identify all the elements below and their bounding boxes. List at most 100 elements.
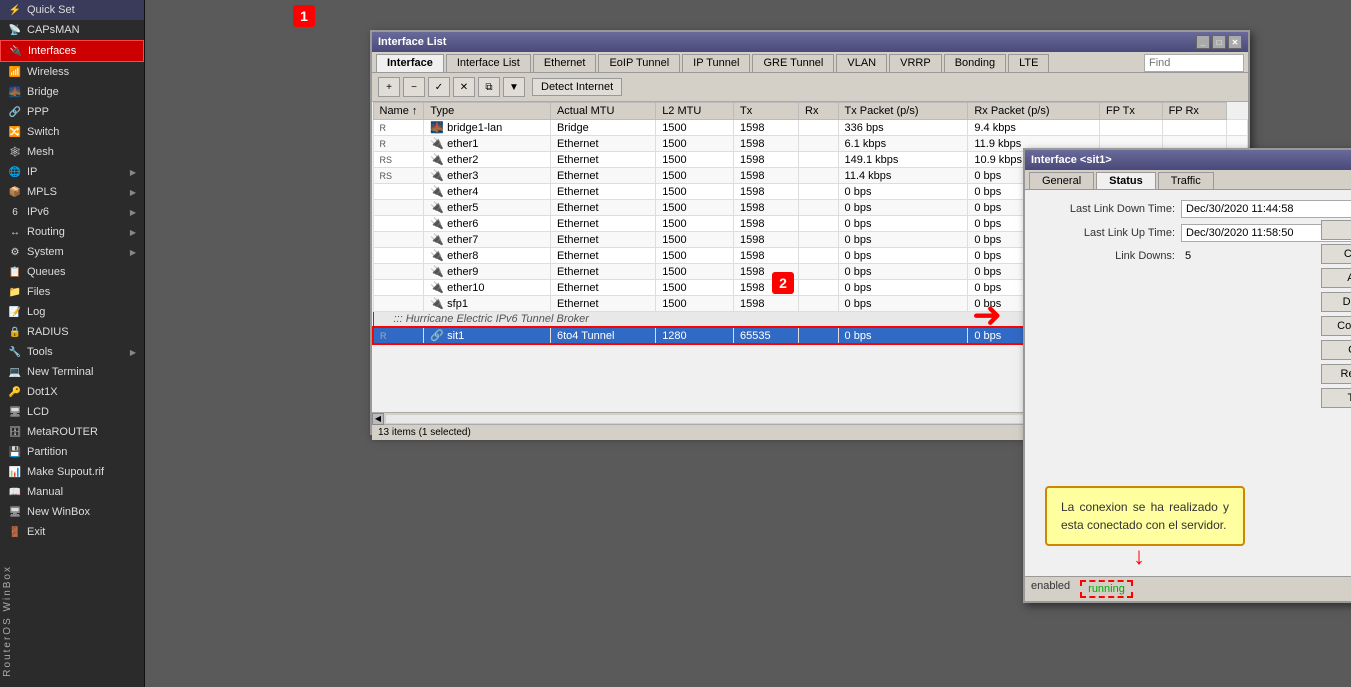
sidebar-item-partition[interactable]: 💾 Partition	[0, 442, 144, 462]
tab-ethernet[interactable]: Ethernet	[533, 54, 597, 72]
new-winbox-icon: 🖥	[8, 505, 22, 519]
sidebar-item-radius[interactable]: 🔒 RADIUS	[0, 322, 144, 342]
dot1x-icon: 🔑	[8, 385, 22, 399]
cell-flags	[373, 264, 424, 280]
cell-tx	[799, 232, 838, 248]
cell-type: Ethernet	[550, 136, 655, 152]
scroll-left-button[interactable]: ◀	[372, 413, 384, 425]
sidebar-item-lcd[interactable]: 🖥 LCD	[0, 402, 144, 422]
sidebar-item-routing[interactable]: ↔ Routing	[0, 222, 144, 242]
cell-tx	[799, 280, 838, 296]
cell-rx: 0 bps	[838, 296, 968, 312]
cell-name: 🔌 sfp1	[424, 296, 551, 312]
sidebar-item-switch[interactable]: 🔀 Switch	[0, 122, 144, 142]
remove-button[interactable]: −	[403, 77, 425, 97]
comment-button[interactable]: Comment	[1321, 316, 1351, 336]
sidebar-item-system[interactable]: ⚙ System	[0, 242, 144, 262]
disable-button[interactable]: Disable	[1321, 292, 1351, 312]
tab-eoip-tunnel[interactable]: EoIP Tunnel	[598, 54, 680, 72]
cell-actual-mtu: 1500	[656, 184, 734, 200]
sidebar-item-capsman[interactable]: 📡 CAPsMAN	[0, 20, 144, 40]
col-fp-rx-header[interactable]: FP Rx	[1162, 103, 1227, 120]
ok-button[interactable]: OK	[1321, 220, 1351, 240]
sidebar-item-ipv6[interactable]: 6 IPv6	[0, 202, 144, 222]
torch-button[interactable]: Torch	[1321, 388, 1351, 408]
sidebar-item-interfaces[interactable]: 🔌 Interfaces	[0, 40, 144, 62]
cell-name: 🔌 ether5	[424, 200, 551, 216]
sidebar-item-quick-set[interactable]: ⚡ Quick Set	[0, 0, 144, 20]
detect-internet-button[interactable]: Detect Internet	[532, 78, 622, 96]
cell-rx: 0 bps	[838, 184, 968, 200]
col-tx-pps-header[interactable]: Tx Packet (p/s)	[838, 103, 968, 120]
copy-toolbar-button[interactable]: ⧉	[478, 77, 500, 97]
col-type-header[interactable]: Type	[424, 103, 551, 120]
col-l2-mtu-header[interactable]: L2 MTU	[656, 103, 734, 120]
red-arrow-right: ➜	[972, 297, 1002, 333]
sidebar-item-mpls[interactable]: 📦 MPLS	[0, 182, 144, 202]
find-input[interactable]	[1144, 54, 1244, 72]
col-fp-tx-header[interactable]: FP Tx	[1099, 103, 1162, 120]
sidebar-item-log[interactable]: 📝 Log	[0, 302, 144, 322]
sidebar-item-wireless[interactable]: 📶 Wireless	[0, 62, 144, 82]
cell-rx: 11.4 kbps	[838, 168, 968, 184]
sidebar-item-make-supout[interactable]: 📊 Make Supout.rif	[0, 462, 144, 482]
sidebar-item-ip[interactable]: 🌐 IP	[0, 162, 144, 182]
sidebar-item-manual[interactable]: 📖 Manual	[0, 482, 144, 502]
col-rx-pps-header[interactable]: Rx Packet (p/s)	[968, 103, 1100, 120]
window-maximize-button[interactable]: □	[1212, 35, 1226, 49]
col-name-header[interactable]: Name ↑	[373, 103, 424, 120]
sidebar-item-queues[interactable]: 📋 Queues	[0, 262, 144, 282]
tab-bonding[interactable]: Bonding	[944, 54, 1006, 72]
tab-vrrp[interactable]: VRRP	[889, 54, 942, 72]
window-minimize-button[interactable]: _	[1196, 35, 1210, 49]
cell-name: 🔌 ether7	[424, 232, 551, 248]
cell-tx	[799, 200, 838, 216]
col-actual-mtu-header[interactable]: Actual MTU	[550, 103, 655, 120]
sidebar-item-bridge[interactable]: 🌉 Bridge	[0, 82, 144, 102]
cancel-button[interactable]: Cancel	[1321, 244, 1351, 264]
disable-button[interactable]: ✕	[453, 77, 475, 97]
tools-icon: 🔧	[8, 345, 22, 359]
sit1-tab-status[interactable]: Status	[1096, 172, 1156, 189]
cell-l2-mtu: 1598	[733, 232, 798, 248]
tab-lte[interactable]: LTE	[1008, 54, 1049, 72]
cell-tx	[799, 184, 838, 200]
window-close-button[interactable]: ✕	[1228, 35, 1242, 49]
apply-button[interactable]: Apply	[1321, 268, 1351, 288]
sidebar-item-dot1x[interactable]: 🔑 Dot1X	[0, 382, 144, 402]
remove-button[interactable]: Remove	[1321, 364, 1351, 384]
col-tx-header[interactable]: Tx	[733, 103, 798, 120]
iface-tabs-bar: Interface Interface List Ethernet EoIP T…	[372, 52, 1248, 73]
cell-name: 🔌 ether1	[424, 136, 551, 152]
sidebar-item-mesh[interactable]: 🕸 Mesh	[0, 142, 144, 162]
cell-rx: 0 bps	[838, 200, 968, 216]
tab-interface-list[interactable]: Interface List	[446, 54, 531, 72]
tab-gre-tunnel[interactable]: GRE Tunnel	[752, 54, 834, 72]
sidebar-item-ppp[interactable]: 🔗 PPP	[0, 102, 144, 122]
cell-l2-mtu: 1598	[733, 216, 798, 232]
tab-interface[interactable]: Interface	[376, 54, 444, 72]
badge-2: 2	[772, 272, 794, 294]
table-row[interactable]: R 🌉 bridge1-lan Bridge 1500 1598 336 bps…	[373, 120, 1247, 136]
cell-flags: RS	[373, 152, 424, 168]
sit1-tab-traffic[interactable]: Traffic	[1158, 172, 1214, 189]
sidebar-item-files[interactable]: 📁 Files	[0, 282, 144, 302]
cell-actual-mtu: 1500	[656, 200, 734, 216]
tab-ip-tunnel[interactable]: IP Tunnel	[682, 54, 750, 72]
radius-icon: 🔒	[8, 325, 22, 339]
tab-vlan[interactable]: VLAN	[836, 54, 887, 72]
filter-button[interactable]: ▼	[503, 77, 525, 97]
sidebar-item-tools[interactable]: 🔧 Tools	[0, 342, 144, 362]
files-icon: 📁	[8, 285, 22, 299]
sidebar-item-new-terminal[interactable]: 💻 New Terminal	[0, 362, 144, 382]
sidebar-item-exit[interactable]: 🚪 Exit	[0, 522, 144, 542]
add-button[interactable]: +	[378, 77, 400, 97]
col-rx-header[interactable]: Rx	[799, 103, 838, 120]
cell-rx: 6.1 kbps	[838, 136, 968, 152]
sit1-tab-general[interactable]: General	[1029, 172, 1094, 189]
sidebar-item-new-winbox[interactable]: 🖥 New WinBox	[0, 502, 144, 522]
cell-rx: 0 bps	[838, 280, 968, 296]
sidebar-item-metarouter[interactable]: 🗄 MetaROUTER	[0, 422, 144, 442]
enable-button[interactable]: ✓	[428, 77, 450, 97]
copy-button[interactable]: Copy	[1321, 340, 1351, 360]
